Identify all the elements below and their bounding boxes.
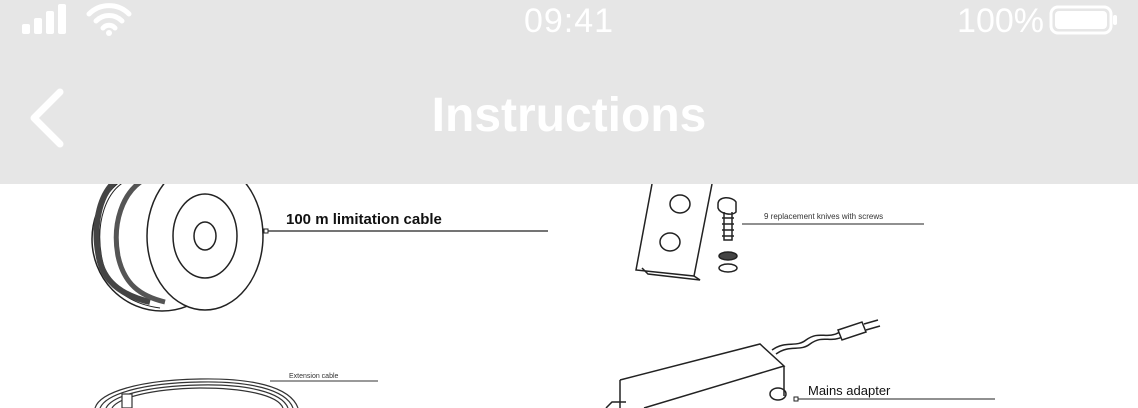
extension-cable-image bbox=[94, 378, 299, 408]
page-title: Instructions bbox=[431, 89, 707, 142]
parts-illustration bbox=[91, 184, 995, 408]
replacement-knives-label: 9 replacement knives with screws bbox=[764, 212, 884, 221]
cable-reel-image bbox=[91, 184, 264, 312]
mains-adapter-label: Mains adapter bbox=[808, 383, 891, 398]
limitation-cable-label: 100 m limitation cable bbox=[286, 211, 442, 228]
status-bar: 09:41 100% bbox=[0, 0, 1138, 50]
extension-cable-label: Extension cable bbox=[289, 373, 339, 380]
cable-label-dot bbox=[263, 228, 269, 234]
instructions-content: 100 m limitation cable 9 replacement kni… bbox=[0, 184, 1138, 408]
battery-full-icon bbox=[1049, 5, 1117, 35]
battery-percentage: 100% bbox=[957, 2, 1044, 40]
replacement-knife-image bbox=[635, 184, 738, 281]
adapter-label-dot bbox=[793, 396, 799, 402]
navigation-header: 09:41 100% Instructions bbox=[0, 0, 1138, 184]
